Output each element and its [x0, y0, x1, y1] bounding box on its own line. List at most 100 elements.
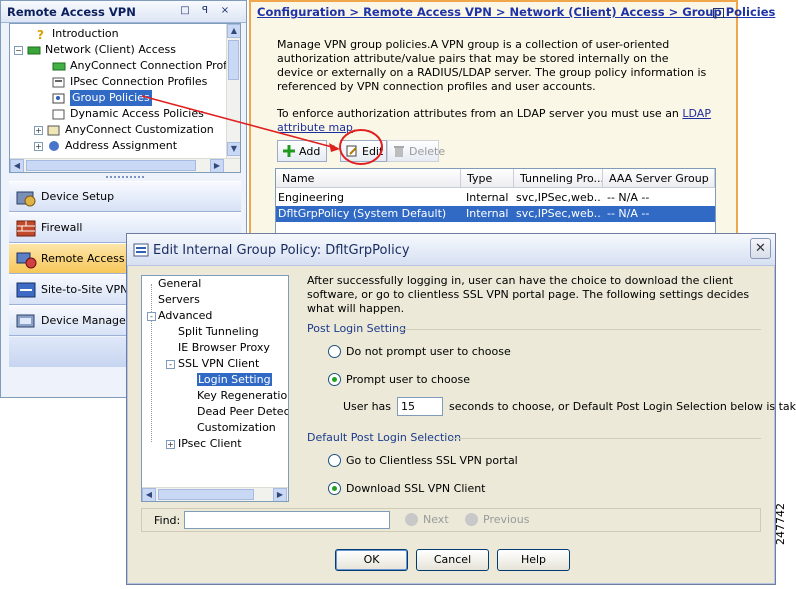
radio-button[interactable] — [328, 345, 341, 358]
tree-item-customization[interactable]: Customization — [197, 420, 276, 436]
policy-icon — [52, 108, 66, 120]
tree-item-ipsec-profiles[interactable]: IPsec Connection Profiles — [52, 74, 207, 90]
tree-item-general[interactable]: General — [158, 276, 201, 292]
cancel-button[interactable]: Cancel — [416, 549, 489, 571]
scroll-down-icon[interactable]: ▼ — [227, 142, 240, 156]
device-setup-icon — [16, 191, 36, 206]
post-login-setting-title: Post Login Setting — [307, 322, 407, 335]
tree-item-ipsec-client[interactable]: IPsec Client — [178, 436, 242, 452]
customize-icon — [47, 124, 61, 136]
tree-item-dynamic-access-policies[interactable]: Dynamic Access Policies — [52, 106, 204, 122]
tree-line — [151, 284, 152, 442]
tree-item-ie-browser-proxy[interactable]: IE Browser Proxy — [178, 340, 270, 356]
scroll-up-icon[interactable]: ▲ — [227, 24, 240, 38]
tree-item-dead-peer-detection[interactable]: Dead Peer Detectio — [197, 404, 288, 420]
add-dropdown-icon[interactable]: ▾ — [330, 143, 335, 153]
float-panel-icon[interactable]: □ — [179, 5, 191, 17]
find-label: Find: — [154, 514, 181, 527]
dialog-title-bar[interactable]: Edit Internal Group Policy: DfltGrpPolic… — [127, 234, 775, 266]
pin-panel-icon[interactable]: ꟼ — [199, 5, 211, 17]
dialog-app-icon — [133, 243, 149, 257]
seconds-setting: User has seconds to choose, or Default P… — [343, 397, 796, 416]
scroll-thumb[interactable] — [158, 489, 254, 500]
scroll-left-icon[interactable]: ◀ — [142, 488, 156, 501]
radio-download-client[interactable]: Download SSL VPN Client — [328, 482, 486, 495]
network-folder-icon — [27, 44, 41, 56]
scroll-thumb[interactable] — [26, 160, 196, 171]
scroll-left-icon[interactable]: ◀ — [10, 159, 24, 172]
table-row[interactable]: Engineering Internal svc,IPSec,web... --… — [276, 190, 715, 206]
group-policy-icon — [52, 92, 66, 104]
help-button[interactable]: Help — [497, 549, 570, 571]
column-header-tunneling[interactable]: Tunneling Pro... — [514, 169, 603, 188]
maximize-panel-icon[interactable] — [713, 8, 724, 18]
policy-settings-tree[interactable]: General Servers - Advanced Split Tunneli… — [141, 275, 289, 502]
tree-vertical-scrollbar[interactable]: ▲ ▼ — [226, 24, 240, 158]
radio-button[interactable] — [328, 454, 341, 467]
nav-panel-title: Remote Access VPN — [7, 5, 136, 19]
close-panel-icon[interactable]: × — [219, 5, 231, 17]
tree-item-split-tunneling[interactable]: Split Tunneling — [178, 324, 259, 340]
profile-icon — [52, 60, 66, 72]
next-icon — [405, 513, 418, 526]
tree-item-address-assignment[interactable]: + Address Assignment — [34, 138, 177, 154]
tree-item-anyconnect-customization[interactable]: + AnyConnect Customization — [34, 122, 214, 138]
radio-do-not-prompt[interactable]: Do not prompt user to choose — [328, 345, 511, 358]
expand-icon[interactable]: + — [34, 125, 43, 135]
radio-button[interactable] — [328, 482, 341, 495]
edit-group-policy-dialog: Edit Internal Group Policy: DfltGrpPolic… — [126, 233, 796, 585]
scroll-right-icon[interactable]: ▶ — [273, 488, 287, 501]
edit-icon — [346, 145, 358, 157]
group-divider — [449, 438, 761, 439]
find-previous-button[interactable]: Previous — [465, 513, 530, 526]
column-header-name[interactable]: Name — [276, 169, 461, 188]
group-divider — [399, 329, 761, 330]
tree-item-group-policies[interactable]: Group Policies — [52, 90, 152, 106]
help-icon: ? — [34, 28, 48, 42]
tree-item-servers[interactable]: Servers — [158, 292, 200, 308]
figure-number: 247742 — [774, 503, 787, 545]
table-row[interactable]: DfltGrpPolicy (System Default) Internal … — [276, 206, 715, 222]
tree-item-key-regeneration[interactable]: Key Regeneration — [197, 388, 288, 404]
collapse-icon[interactable]: − — [14, 45, 23, 55]
delete-button[interactable]: Delete — [387, 140, 445, 162]
add-button[interactable]: Add — [277, 140, 327, 162]
tree-item-advanced[interactable]: Advanced — [158, 308, 212, 324]
svg-text:?: ? — [37, 28, 44, 40]
edit-button[interactable]: Edit — [340, 140, 387, 162]
scroll-thumb[interactable] — [228, 40, 239, 80]
expand-icon[interactable]: + — [166, 440, 175, 449]
seconds-input[interactable] — [397, 397, 444, 416]
nav-button-device-setup[interactable]: Device Setup — [9, 181, 241, 212]
column-header-aaa-server-group[interactable]: AAA Server Group — [603, 169, 715, 188]
tree-item-introduction[interactable]: ? Introduction — [34, 26, 119, 42]
tree-item-anyconnect-profiles[interactable]: AnyConnect Connection Profiles — [52, 58, 240, 74]
find-input[interactable] — [184, 511, 390, 529]
expand-icon[interactable]: + — [34, 141, 43, 151]
tree-horizontal-scrollbar[interactable]: ◀ ▶ — [10, 158, 240, 172]
radio-button[interactable] — [328, 373, 341, 386]
ok-button[interactable]: OK — [335, 549, 408, 571]
tree-item-login-setting[interactable]: Login Setting — [197, 372, 272, 388]
scroll-right-icon[interactable]: ▶ — [210, 159, 224, 172]
column-header-type[interactable]: Type — [461, 169, 514, 188]
vpn-nav-tree[interactable]: ? Introduction − Network (Client) Access… — [9, 23, 241, 173]
address-icon — [47, 140, 61, 152]
trash-icon — [393, 145, 405, 157]
radio-prompt-user[interactable]: Prompt user to choose — [328, 373, 470, 386]
dialog-title: Edit Internal Group Policy: DfltGrpPolic… — [153, 243, 410, 258]
site-to-site-icon — [16, 282, 36, 297]
radio-clientless-portal[interactable]: Go to Clientless SSL VPN portal — [328, 454, 518, 467]
tree-item-ssl-vpn-client[interactable]: SSL VPN Client — [178, 356, 259, 372]
firewall-icon — [16, 220, 36, 236]
tree-item-network-client-access[interactable]: − Network (Client) Access — [14, 42, 176, 58]
close-icon[interactable]: ✕ — [750, 238, 771, 259]
device-management-icon — [16, 314, 35, 327]
splitter-grip[interactable] — [106, 176, 144, 180]
collapse-icon[interactable]: - — [147, 312, 156, 321]
breadcrumb[interactable]: Configuration > Remote Access VPN > Netw… — [257, 5, 775, 19]
tree-horizontal-scrollbar[interactable]: ◀ ▶ — [142, 487, 288, 501]
collapse-icon[interactable]: - — [166, 360, 175, 369]
find-next-button[interactable]: Next — [405, 513, 449, 526]
add-icon — [283, 145, 295, 157]
